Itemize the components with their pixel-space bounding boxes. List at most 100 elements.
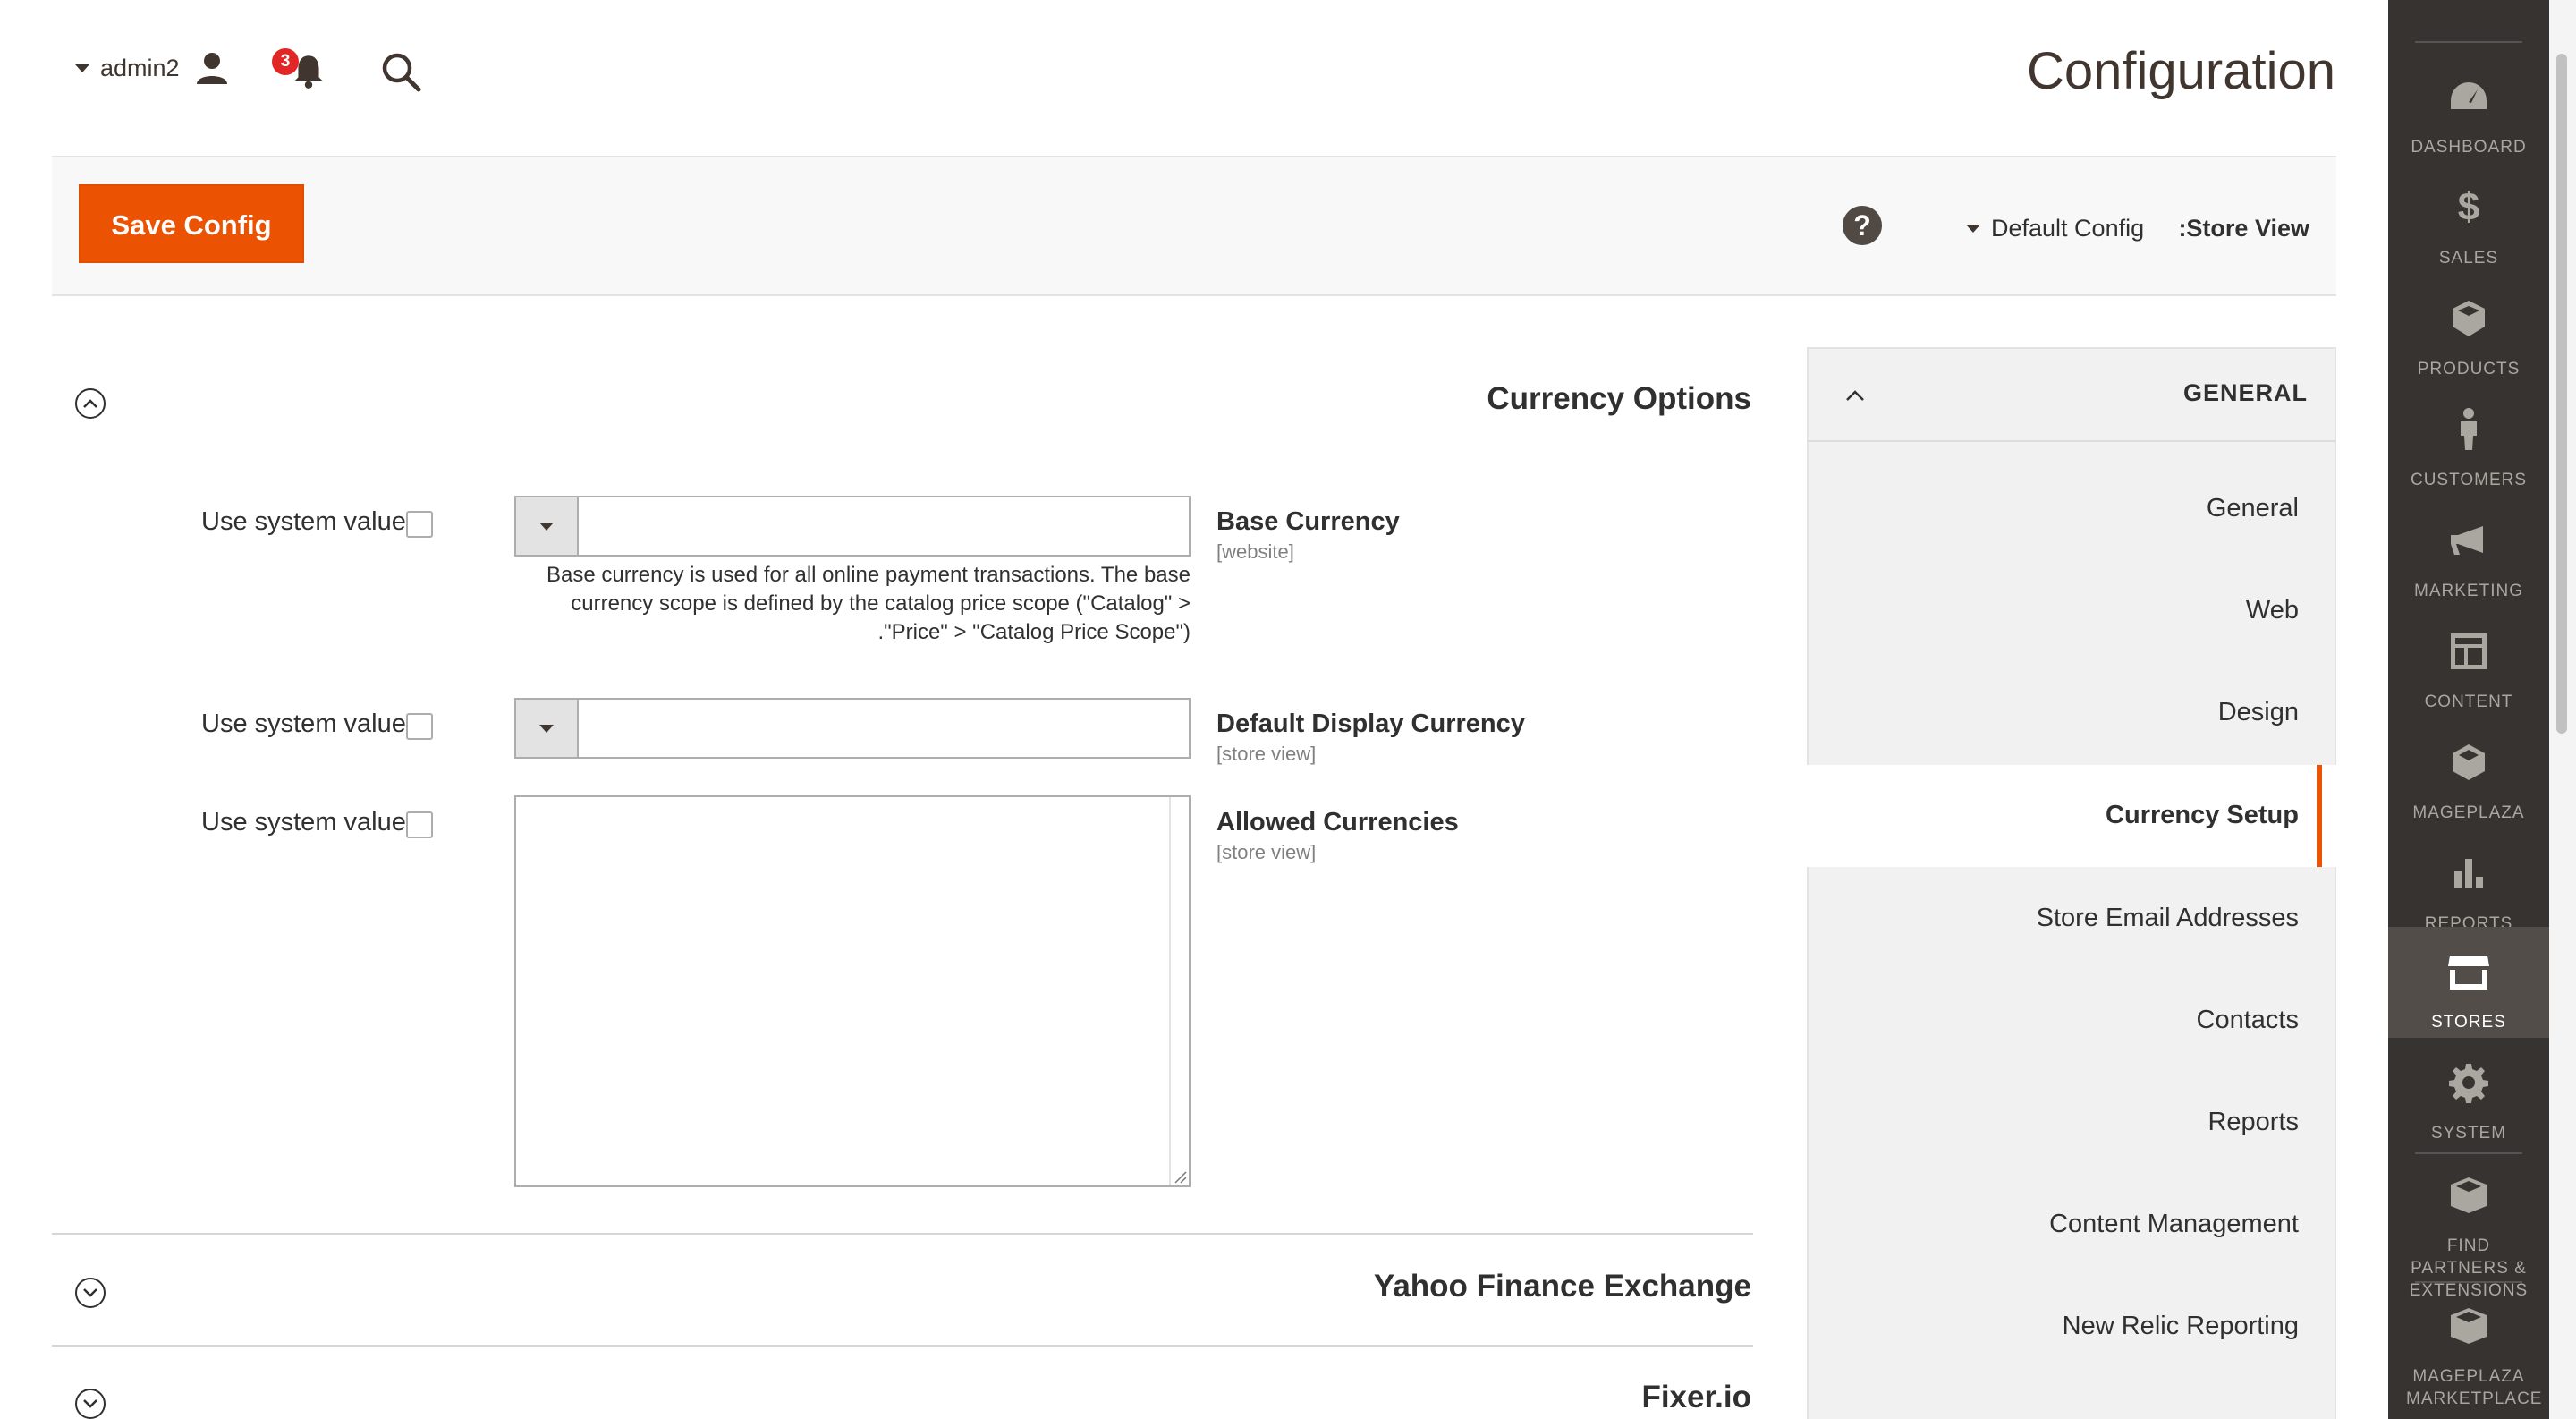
- nav-system[interactable]: SYSTEM: [2388, 1038, 2549, 1149]
- sidebar-divider: [2415, 41, 2522, 43]
- collapse-section-icon[interactable]: [75, 388, 106, 419]
- resize-handle-icon[interactable]: [1173, 1169, 1187, 1184]
- nav-sales[interactable]: $ SALES: [2388, 163, 2549, 274]
- use-system-value-checkbox[interactable]: [406, 811, 433, 838]
- config-tab-label: Content Management: [2049, 1210, 2299, 1238]
- expand-section-icon[interactable]: [75, 1278, 106, 1308]
- config-tab-label: New Relic Reporting: [2062, 1312, 2299, 1340]
- config-tab-store-email-addresses[interactable]: Store Email Addresses: [1807, 868, 2336, 970]
- allowed-currencies-multiselect[interactable]: [514, 795, 1191, 1187]
- nav-label: STORES: [2431, 1013, 2506, 1032]
- scope-switcher[interactable]: Default Config: [1966, 215, 2144, 242]
- megaphone-icon: [2451, 526, 2483, 555]
- page-title: Configuration: [2027, 42, 2335, 100]
- gear-icon: [2449, 1064, 2488, 1103]
- admin-sidebar: DASHBOARD $ SALES PRODUCTS CUSTOMERS MAR…: [2388, 0, 2549, 1419]
- search-icon: [382, 53, 421, 92]
- chevron-down-icon: [75, 64, 89, 72]
- nav-label: DASHBOARD: [2411, 138, 2527, 157]
- dollar-icon: $: [2457, 185, 2480, 229]
- config-group-title: GENERAL: [2182, 379, 2308, 406]
- use-system-value-label: Use system value: [201, 808, 406, 837]
- config-tab-label: General: [2206, 494, 2299, 523]
- admin-user-menu[interactable]: admin2: [75, 50, 230, 86]
- nav-label: SALES: [2438, 249, 2499, 268]
- nav-stores[interactable]: STORES: [2388, 927, 2549, 1038]
- nav-label: MARKETING: [2414, 582, 2523, 600]
- nav-marketing[interactable]: MARKETING: [2388, 496, 2549, 607]
- config-tab-web[interactable]: Web: [1807, 560, 2336, 662]
- nav-customers[interactable]: CUSTOMERS: [2388, 385, 2549, 496]
- chevron-down-icon: [1966, 225, 1980, 233]
- config-tab-label: Contacts: [2196, 1006, 2299, 1034]
- save-config-button[interactable]: Save Config: [79, 184, 304, 263]
- nav-mageplaza-marketplace[interactable]: MAGEPLAZA MARKETPLACE: [2388, 1281, 2549, 1408]
- scope-value: Default Config: [1991, 215, 2145, 242]
- config-tab-new-relic-reporting[interactable]: New Relic Reporting: [1807, 1276, 2336, 1378]
- config-tab-currency-setup[interactable]: Currency Setup: [1807, 765, 2336, 867]
- config-tab-content-management[interactable]: Content Management: [1807, 1174, 2336, 1276]
- nav-label: PRODUCTS: [2417, 360, 2521, 378]
- scope-label: :Store View: [2178, 215, 2309, 242]
- field-label-base-currency: Base Currency: [1216, 507, 1400, 536]
- nav-products[interactable]: PRODUCTS: [2388, 274, 2549, 385]
- field-label-default-display-currency: Default Display Currency: [1216, 710, 1525, 738]
- use-system-value-checkbox[interactable]: [406, 713, 433, 740]
- config-tab-reports[interactable]: Reports: [1807, 1072, 2336, 1174]
- nav-find-partners-extensions[interactable]: FIND PARTNERS & EXTENSIONS: [2388, 1151, 2549, 1300]
- config-tab-contacts[interactable]: Contacts: [1807, 970, 2336, 1072]
- field-label-allowed-currencies: Allowed Currencies: [1216, 808, 1459, 837]
- nav-reports[interactable]: REPORTS: [2388, 828, 2549, 939]
- config-tab-label: Web: [2245, 596, 2299, 625]
- nav-label: SYSTEM: [2430, 1124, 2507, 1143]
- mageplaza-icon: [2453, 744, 2485, 780]
- active-tab-indicator: [2317, 765, 2322, 867]
- section-divider: [52, 1345, 1753, 1347]
- nav-dashboard[interactable]: DASHBOARD: [2388, 52, 2549, 163]
- use-system-value-label: Use system value: [201, 507, 406, 536]
- scrollbar-thumb[interactable]: [2556, 54, 2567, 734]
- dropdown-toggle[interactable]: [516, 700, 579, 757]
- blocks-icon: [2451, 1177, 2487, 1213]
- dashboard-icon: [2451, 82, 2487, 109]
- admin-username: admin2: [100, 54, 180, 81]
- section-divider: [52, 1233, 1753, 1235]
- config-tab-design[interactable]: Design: [1807, 662, 2336, 764]
- field-scope-default-display-currency: [store view]: [1216, 743, 1317, 765]
- nav-content[interactable]: CONTENT: [2388, 607, 2549, 718]
- default-display-currency-select[interactable]: [514, 698, 1191, 759]
- expand-section-icon[interactable]: [75, 1389, 106, 1419]
- user-icon: [196, 53, 227, 84]
- blocks-icon: [2451, 1308, 2487, 1344]
- config-tab-label: Store Email Addresses: [2036, 904, 2299, 932]
- notification-count-badge: 3: [272, 48, 299, 75]
- section-title-currency-options[interactable]: Currency Options: [1487, 381, 1751, 417]
- store-icon: [2448, 956, 2489, 990]
- dropdown-toggle[interactable]: [516, 497, 579, 555]
- global-search-button[interactable]: [379, 50, 426, 97]
- config-tab-label: Currency Setup: [2106, 801, 2299, 829]
- base-currency-select[interactable]: [514, 496, 1191, 557]
- multiselect-scrollbar[interactable]: [1169, 797, 1189, 1185]
- help-icon[interactable]: ?: [1843, 206, 1882, 245]
- nav-label: CONTENT: [2424, 693, 2513, 711]
- bar-chart-icon: [2454, 859, 2483, 888]
- use-system-value-checkbox[interactable]: [406, 511, 433, 538]
- config-tab-general[interactable]: General: [1807, 458, 2336, 560]
- section-title-fixer-io[interactable]: Fixer.io: [1641, 1380, 1751, 1415]
- nav-label: CUSTOMERS: [2410, 471, 2528, 489]
- person-icon: [2461, 408, 2477, 450]
- config-group-general[interactable]: GENERAL: [1807, 347, 2336, 442]
- chevron-down-icon: [539, 724, 554, 733]
- config-tab-label: Reports: [2207, 1108, 2299, 1136]
- page-scrollbar[interactable]: [2549, 0, 2576, 1419]
- section-title-yahoo-finance[interactable]: Yahoo Finance Exchange: [1374, 1269, 1751, 1304]
- layout-icon: [2451, 633, 2487, 669]
- use-system-value-label: Use system value: [201, 710, 406, 738]
- chevron-down-icon: [539, 522, 554, 531]
- nav-label: MAGEPLAZA: [2412, 803, 2525, 822]
- base-currency-note: Base currency is used for all online pay…: [547, 563, 1191, 644]
- chevron-up-icon: [1846, 390, 1864, 401]
- field-scope-allowed-currencies: [store view]: [1216, 841, 1317, 863]
- nav-mageplaza[interactable]: MAGEPLAZA: [2388, 718, 2549, 828]
